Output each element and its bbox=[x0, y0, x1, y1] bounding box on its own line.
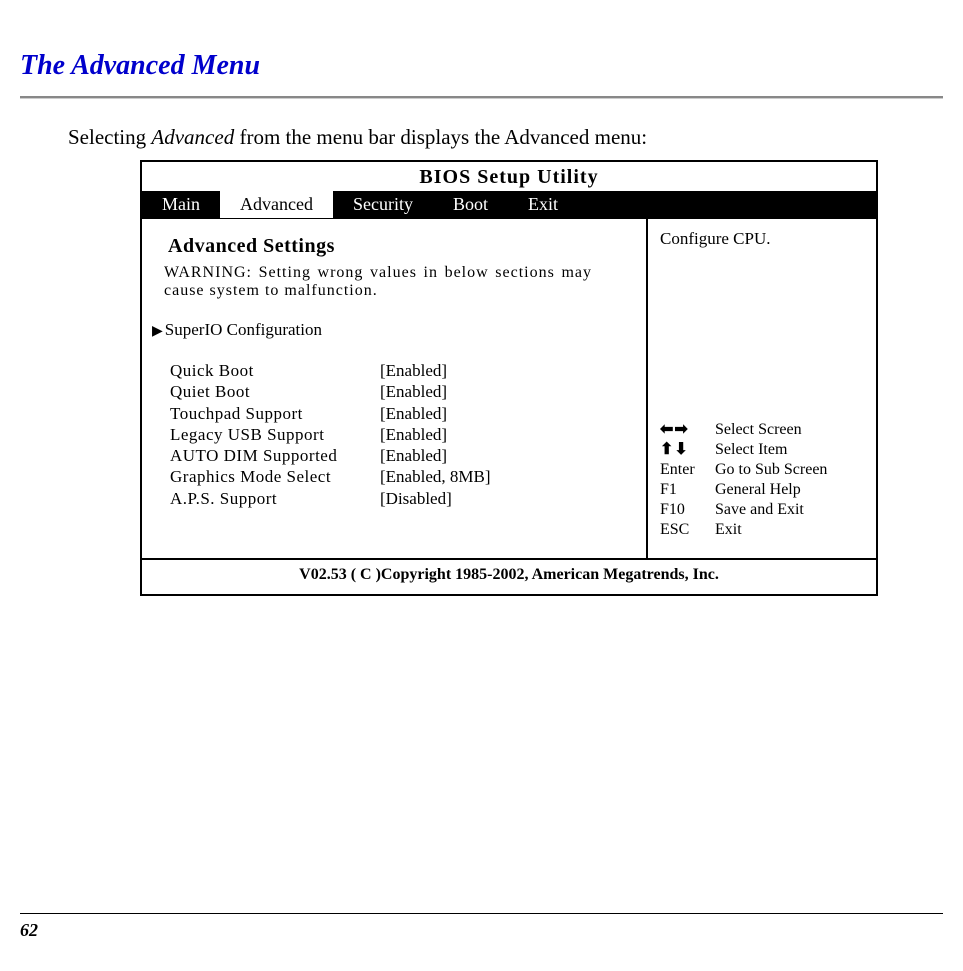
nav-key: F10 bbox=[660, 500, 715, 520]
warning-text: WARNING: Setting wrong values in below s… bbox=[164, 264, 632, 300]
bios-tab-boot[interactable]: Boot bbox=[433, 191, 508, 218]
intro-italic: Advanced bbox=[151, 125, 234, 149]
page-number: 62 bbox=[20, 920, 943, 941]
setting-value: [Enabled, 8MB] bbox=[380, 466, 490, 487]
nav-key: F1 bbox=[660, 480, 715, 500]
setting-legacy-usb[interactable]: Legacy USB Support [Enabled] bbox=[170, 424, 632, 445]
nav-desc: Save and Exit bbox=[715, 500, 866, 520]
bios-footer: V02.53 ( C )Copyright 1985-2002, America… bbox=[142, 558, 876, 594]
nav-row: F10 Save and Exit bbox=[660, 500, 866, 520]
context-help-text: Configure CPU. bbox=[660, 229, 866, 249]
warning-label: WARNING bbox=[164, 264, 247, 281]
setting-label: Touchpad Support bbox=[170, 403, 380, 424]
setting-label: AUTO DIM Supported bbox=[170, 445, 380, 466]
section-heading: Advanced Settings bbox=[168, 235, 632, 258]
nav-row: ⬅➡ Select Screen bbox=[660, 420, 866, 440]
up-down-arrows-icon: ⬆⬇ bbox=[660, 440, 715, 460]
nav-key: Enter bbox=[660, 460, 715, 480]
nav-desc: Exit bbox=[715, 520, 866, 540]
nav-desc: Select Item bbox=[715, 440, 866, 460]
setting-quick-boot[interactable]: Quick Boot [Enabled] bbox=[170, 360, 632, 381]
bios-window-title: BIOS Setup Utility bbox=[142, 162, 876, 191]
nav-desc: Go to Sub Screen bbox=[715, 460, 866, 480]
nav-help-list: ⬅➡ Select Screen ⬆⬇ Select Item Enter Go… bbox=[660, 420, 866, 548]
setting-label: Legacy USB Support bbox=[170, 424, 380, 445]
setting-graphics-mode[interactable]: Graphics Mode Select [Enabled, 8MB] bbox=[170, 466, 632, 487]
setting-label: Quiet Boot bbox=[170, 381, 380, 402]
triangle-right-icon: ▶ bbox=[152, 324, 163, 339]
setting-value: [Disabled] bbox=[380, 488, 452, 509]
title-divider bbox=[20, 96, 943, 99]
setting-value: [Enabled] bbox=[380, 424, 447, 445]
setting-label: Quick Boot bbox=[170, 360, 380, 381]
footer-divider bbox=[20, 913, 943, 914]
setting-label: A.P.S. Support bbox=[170, 488, 380, 509]
bios-tab-main[interactable]: Main bbox=[142, 191, 220, 218]
nav-row: Enter Go to Sub Screen bbox=[660, 460, 866, 480]
submenu-label: SuperIO Configuration bbox=[165, 320, 322, 339]
settings-list: Quick Boot [Enabled] Quiet Boot [Enabled… bbox=[170, 360, 632, 509]
left-right-arrows-icon: ⬅➡ bbox=[660, 420, 715, 440]
submenu-superio[interactable]: ▶SuperIO Configuration bbox=[152, 320, 632, 340]
nav-row: ESC Exit bbox=[660, 520, 866, 540]
setting-value: [Enabled] bbox=[380, 381, 447, 402]
bios-tab-advanced[interactable]: Advanced bbox=[220, 191, 333, 218]
bios-tab-exit[interactable]: Exit bbox=[508, 191, 578, 218]
nav-desc: General Help bbox=[715, 480, 866, 500]
page-footer: 62 bbox=[20, 913, 943, 941]
nav-row: ⬆⬇ Select Item bbox=[660, 440, 866, 460]
setting-quiet-boot[interactable]: Quiet Boot [Enabled] bbox=[170, 381, 632, 402]
setting-label: Graphics Mode Select bbox=[170, 466, 380, 487]
page-title: The Advanced Menu bbox=[20, 50, 943, 82]
nav-desc: Select Screen bbox=[715, 420, 866, 440]
intro-suffix: from the menu bar displays the Advanced … bbox=[234, 125, 647, 149]
bios-screenshot: BIOS Setup Utility Main Advanced Securit… bbox=[140, 160, 878, 596]
setting-auto-dim[interactable]: AUTO DIM Supported [Enabled] bbox=[170, 445, 632, 466]
bios-left-pane: Advanced Settings WARNING: Setting wrong… bbox=[142, 218, 646, 558]
setting-touchpad-support[interactable]: Touchpad Support [Enabled] bbox=[170, 403, 632, 424]
setting-value: [Enabled] bbox=[380, 403, 447, 424]
bios-tab-security[interactable]: Security bbox=[333, 191, 433, 218]
setting-value: [Enabled] bbox=[380, 445, 447, 466]
setting-aps-support[interactable]: A.P.S. Support [Disabled] bbox=[170, 488, 632, 509]
bios-body: Advanced Settings WARNING: Setting wrong… bbox=[142, 218, 876, 558]
nav-key: ESC bbox=[660, 520, 715, 540]
setting-value: [Enabled] bbox=[380, 360, 447, 381]
intro-text: Selecting Advanced from the menu bar dis… bbox=[68, 125, 943, 150]
bios-tab-bar: Main Advanced Security Boot Exit bbox=[142, 191, 876, 218]
bios-right-pane: Configure CPU. ⬅➡ Select Screen ⬆⬇ Selec… bbox=[646, 218, 876, 558]
nav-row: F1 General Help bbox=[660, 480, 866, 500]
intro-prefix: Selecting bbox=[68, 125, 151, 149]
